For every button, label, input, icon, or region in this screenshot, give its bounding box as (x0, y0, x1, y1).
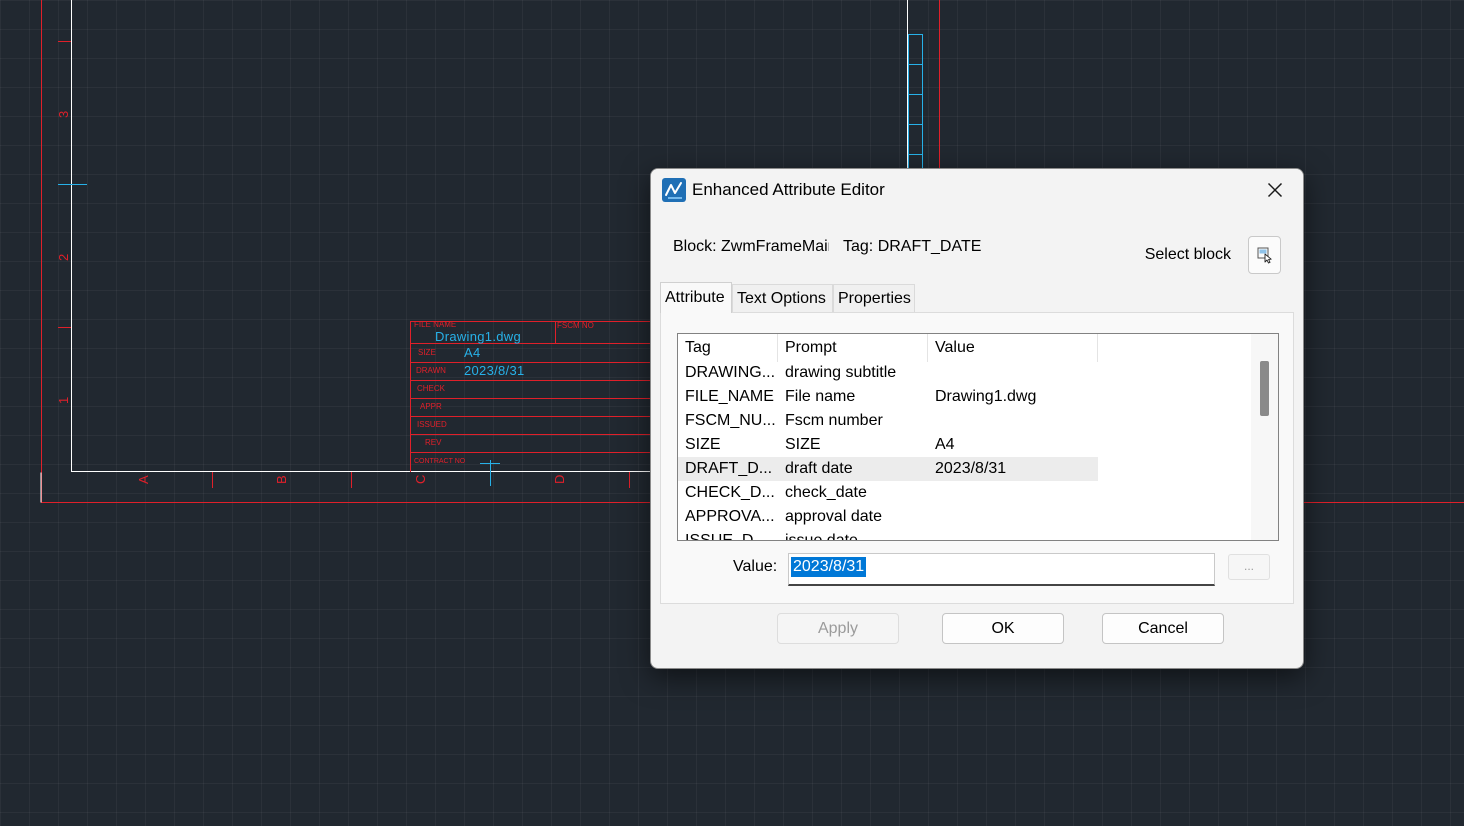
cell-value (928, 409, 1098, 433)
tb-fscm-label: FSCM NO (557, 321, 594, 330)
close-icon (1267, 182, 1283, 198)
tb-size-label: SIZE (418, 348, 436, 357)
cell-prompt: Fscm number (785, 412, 883, 429)
enhanced-attribute-editor-dialog: Enhanced Attribute Editor Block: ZwmFram… (650, 168, 1304, 669)
cell-value: 2023/8/31 (935, 460, 1007, 477)
scrollbar-thumb[interactable] (1260, 361, 1269, 416)
apply-button[interactable]: Apply (777, 613, 899, 644)
cell-value (928, 361, 1098, 385)
select-block-label: Select block (1144, 246, 1231, 263)
ruler-label-2: 2 (56, 254, 71, 261)
ruler-label-a: A (136, 475, 151, 484)
tb-contract-label: CONTRACT NO (414, 458, 466, 465)
ruler-labels: 3 2 1 A B C D (56, 111, 567, 484)
cell-value (928, 505, 1098, 529)
ruler-label-c: C (413, 475, 428, 484)
select-block-button[interactable] (1248, 236, 1281, 274)
cell-value: A4 (935, 436, 955, 453)
table-row[interactable]: DRAWING... drawing subtitle (678, 361, 1098, 385)
close-button[interactable] (1255, 174, 1295, 206)
value-label: Value: (733, 558, 778, 575)
cell-prompt: draft date (785, 460, 853, 477)
dialog-titlebar[interactable]: Enhanced Attribute Editor (651, 169, 1303, 211)
table-row[interactable]: SIZE SIZE A4 (678, 433, 1098, 457)
tab-attribute[interactable]: Attribute (660, 282, 732, 313)
table-row[interactable]: ISSUE_D... issue date (678, 529, 1098, 541)
cell-tag: CHECK_D... (685, 484, 775, 501)
cell-value (928, 481, 1098, 505)
block-name-label: Block: ZwmFrameMain (673, 238, 829, 255)
tb-drawn-value: 2023/8/31 (464, 363, 525, 378)
cell-tag: SIZE (685, 436, 721, 453)
tb-file-name-value: Drawing1.dwg (435, 329, 521, 344)
tab-text-options[interactable]: Text Options (732, 284, 833, 312)
cell-prompt: check_date (785, 484, 867, 501)
cell-tag: FILE_NAME (685, 388, 774, 405)
value-selected-text: 2023/8/31 (791, 557, 867, 577)
cell-tag: DRAWING... (685, 364, 776, 381)
ruler-label-b: B (274, 475, 289, 484)
tb-size-value: A4 (464, 345, 481, 360)
attribute-tab-panel: Tag Prompt Value DRAWING... drawing subt… (660, 312, 1294, 604)
tab-properties[interactable]: Properties (833, 284, 915, 312)
column-header-value[interactable]: Value (928, 334, 1098, 362)
column-header-prompt[interactable]: Prompt (778, 334, 928, 362)
ruler-label-1: 1 (56, 397, 71, 404)
cell-tag: APPROVA... (685, 508, 775, 525)
tb-drawn-label: DRAWN (416, 366, 446, 375)
cell-prompt: File name (785, 388, 856, 405)
tb-issued-label: ISSUED (417, 420, 447, 429)
attribute-table[interactable]: Tag Prompt Value DRAWING... drawing subt… (677, 333, 1279, 541)
table-row[interactable]: FILE_NAME File name Drawing1.dwg (678, 385, 1098, 409)
cell-value: Drawing1.dwg (935, 388, 1037, 405)
column-header-tag[interactable]: Tag (678, 334, 778, 362)
table-row[interactable]: APPROVA... approval date (678, 505, 1098, 529)
cell-prompt: issue date (785, 532, 858, 541)
ellipsis-button[interactable]: ... (1228, 554, 1270, 580)
cell-tag: DRAFT_D... (685, 460, 773, 477)
cancel-button[interactable]: Cancel (1102, 613, 1224, 644)
tb-appr-label: APPR (420, 402, 442, 411)
table-row-selected[interactable]: DRAFT_D... draft date 2023/8/31 (678, 457, 1098, 481)
pick-block-icon (1257, 247, 1272, 264)
table-row[interactable]: CHECK_D... check_date (678, 481, 1098, 505)
table-row[interactable]: FSCM_NU... Fscm number (678, 409, 1098, 433)
table-header: Tag Prompt Value (678, 334, 1098, 362)
cell-tag: ISSUE_D... (685, 532, 767, 541)
cell-tag: FSCM_NU... (685, 412, 776, 429)
cell-prompt: SIZE (785, 436, 821, 453)
tag-name-label: Tag: DRAFT_DATE (843, 238, 982, 255)
ruler-label-d: D (552, 475, 567, 484)
tb-check-label: CHECK (417, 384, 446, 393)
cell-prompt: approval date (785, 508, 882, 525)
ruler-label-3: 3 (56, 111, 71, 118)
tb-file-name-label: FILE NAME (414, 320, 457, 329)
cell-prompt: drawing subtitle (785, 364, 897, 381)
cell-value (928, 529, 1098, 540)
table-scrollbar[interactable] (1251, 334, 1278, 540)
tb-rev-label: REV (425, 438, 442, 447)
ok-button[interactable]: OK (942, 613, 1064, 644)
dialog-title: Enhanced Attribute Editor (692, 180, 885, 199)
zwcad-app-icon (662, 178, 686, 202)
